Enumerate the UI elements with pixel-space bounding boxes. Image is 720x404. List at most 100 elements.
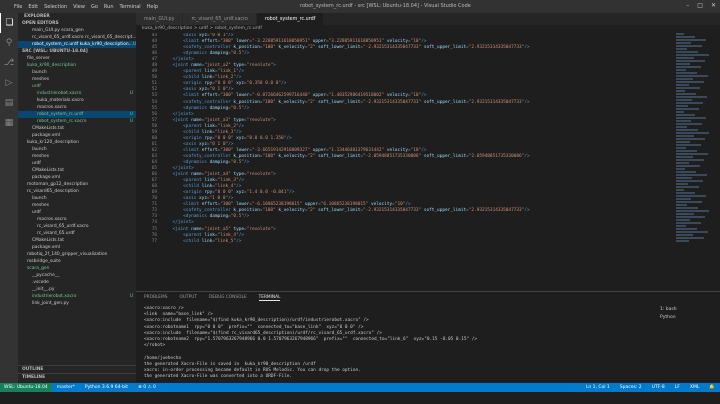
panel-tab-terminal[interactable]: TERMINAL: [258, 295, 281, 301]
extensions-icon[interactable]: ▦: [0, 113, 18, 133]
search-icon[interactable]: ⚲: [0, 33, 18, 53]
minimap-line: [676, 93, 696, 95]
code-line: 77 <child link="link_5"/>: [136, 239, 676, 245]
panel-tab-debug-console[interactable]: DEBUG CONSOLE: [209, 295, 247, 300]
tree-item[interactable]: launch: [18, 69, 136, 76]
encoding[interactable]: UTF-8: [647, 385, 670, 390]
open-editor-item[interactable]: rc_visard_65_urdf.xacro rc_visard_65_des…: [18, 34, 136, 41]
minimap-line: [676, 90, 685, 92]
open-editor-label: main_GUI.py scara_gen: [32, 28, 84, 33]
minimap-line: [676, 213, 694, 215]
tree-item[interactable]: CMakeLists.txt: [18, 167, 136, 174]
tree-item[interactable]: kuka_kr90_description: [18, 62, 136, 69]
tree-item[interactable]: kuka_materials.xacro: [18, 97, 136, 104]
panel-tab-problems[interactable]: PROBLEMS: [144, 295, 167, 300]
source-control-icon[interactable]: ⎇: [0, 53, 18, 73]
tree-item[interactable]: launch: [18, 195, 136, 202]
tree-item[interactable]: urdf: [18, 209, 136, 216]
cursor-position[interactable]: Ln 1, Col 1: [581, 385, 615, 390]
tree-item[interactable]: __pycache__: [18, 272, 136, 279]
editor-tab[interactable]: robot_system_rc.urdf: [256, 13, 325, 25]
minimize-icon[interactable]: –: [686, 2, 689, 9]
tree-item[interactable]: industrierobot.xacro U: [18, 90, 136, 97]
activity-bar: ❏ ⚲ ⎇ ▷ ▤ ▦: [0, 13, 18, 383]
tree-item[interactable]: rc_visard_65_urdf.xacro: [18, 223, 136, 230]
open-editor-item[interactable]: robot_system_rc.urdf kuka_kr90_descripti…: [18, 41, 136, 48]
menu-item-run[interactable]: Run: [104, 4, 114, 10]
tree-item[interactable]: rc_visard65_description: [18, 188, 136, 195]
minimap-line: [676, 57, 694, 59]
tree-item[interactable]: macros.xacro: [18, 216, 136, 223]
tree-item[interactable]: __init__.py: [18, 286, 136, 293]
tree-item[interactable]: robotiq_2f_140_gripper_visualization: [18, 251, 136, 258]
tree-item[interactable]: kuka_kr120_description: [18, 139, 136, 146]
tree-item[interactable]: industrierobot.xacro U: [18, 293, 136, 300]
tree-item[interactable]: package.xml: [18, 244, 136, 251]
explorer-icon[interactable]: ❏: [0, 13, 18, 33]
panel-tab-output[interactable]: OUTPUT: [179, 295, 197, 300]
minimap-line: [676, 99, 692, 101]
tree-item[interactable]: CMakeLists.txt: [18, 237, 136, 244]
minimap-line: [676, 63, 690, 65]
menu-item-go[interactable]: Go: [91, 4, 98, 10]
minimap-line: [676, 207, 698, 209]
tree-item-label: meshes: [32, 77, 50, 82]
open-editor-item[interactable]: main_GUI.py scara_gen: [18, 27, 136, 34]
menu-item-terminal[interactable]: Terminal: [120, 4, 141, 10]
minimap-line: [676, 51, 698, 53]
tree-item[interactable]: package.xml: [18, 132, 136, 139]
tree-item[interactable]: macros.xacro: [18, 104, 136, 111]
tree-item[interactable]: link_joint_gen.py: [18, 300, 136, 307]
tree-item[interactable]: launch: [18, 146, 136, 153]
run-debug-icon[interactable]: ▷: [0, 73, 18, 93]
minimap-line: [676, 228, 697, 230]
terminal-instance[interactable]: 1: bash: [656, 306, 716, 314]
outline-header[interactable]: OUTLINE: [18, 365, 136, 372]
remote-explorer-icon[interactable]: ▤: [0, 93, 18, 113]
language-mode[interactable]: XML: [685, 385, 704, 390]
tree-item[interactable]: urdf: [18, 83, 136, 90]
menu-item-help[interactable]: Help: [147, 4, 158, 10]
tree-item[interactable]: rosbridge_suite: [18, 258, 136, 265]
close-icon[interactable]: ✕: [711, 2, 716, 9]
editor-tab[interactable]: rc_visard_65_urdf.xacro: [183, 13, 257, 25]
remote-indicator[interactable]: WSL: Ubuntu-18.04: [0, 383, 52, 392]
tree-item[interactable]: .vscode: [18, 279, 136, 286]
tree-item[interactable]: urdf: [18, 160, 136, 167]
timeline-header[interactable]: TIMELINE: [18, 373, 136, 380]
terminal-instance[interactable]: Python: [656, 314, 716, 322]
minimap-line: [676, 231, 708, 233]
open-editors-header[interactable]: OPEN EDITORS: [18, 20, 136, 27]
end-of-line[interactable]: LF: [670, 385, 685, 390]
code-editor[interactable]: 43 <axis xyz="0 0 1"/> 44 <limit effort="…: [136, 33, 676, 291]
breadcrumb[interactable]: kuka_kr90_description > urdf > robot_sys…: [136, 25, 720, 33]
indentation[interactable]: Spaces: 2: [615, 385, 647, 390]
tree-item[interactable]: scara_gen: [18, 265, 136, 272]
tree-item[interactable]: rc_visard_65.urdf: [18, 230, 136, 237]
tree-item[interactable]: robot_system_rc.xacro U: [18, 118, 136, 125]
menu-item-selection[interactable]: Selection: [44, 4, 67, 10]
terminal-output[interactable]: <xacro:xacro /> <link name="base_link" />…: [144, 306, 644, 382]
tree-item[interactable]: CMakeLists.txt: [18, 125, 136, 132]
menu-item-edit[interactable]: Edit: [28, 4, 38, 10]
workspace-header[interactable]: SRC [WSL: UBUNTU-18.04]: [18, 48, 136, 55]
tree-item[interactable]: package.xml: [18, 174, 136, 181]
notifications-icon[interactable]: 🔔: [704, 385, 720, 390]
menu-item-view[interactable]: View: [73, 4, 85, 10]
editor-tab[interactable]: main_GUI.py: [136, 13, 184, 25]
tree-item-label: motoman_gp12_description: [27, 182, 89, 187]
tree-item[interactable]: meshes: [18, 76, 136, 83]
menu-item-file[interactable]: File: [14, 4, 22, 10]
tree-item[interactable]: file_server: [18, 55, 136, 62]
tree-item[interactable]: robot_system_rc.urdf U: [18, 111, 136, 118]
git-branch[interactable]: master*: [52, 385, 80, 390]
maximize-icon[interactable]: □: [697, 2, 703, 9]
tree-item[interactable]: meshes: [18, 153, 136, 160]
tree-item-label: rosbridge_suite: [27, 259, 61, 264]
tree-item[interactable]: motoman_gp12_description: [18, 181, 136, 188]
problems-count[interactable]: ⊗ 0 ⚠ 0: [133, 385, 161, 390]
python-interpreter[interactable]: Python 3.6.9 64-bit: [80, 385, 133, 390]
minimap[interactable]: [676, 33, 712, 291]
tree-item[interactable]: meshes: [18, 202, 136, 209]
title-bar: File Edit Selection View Go Run Terminal Help r…: [0, 0, 720, 13]
